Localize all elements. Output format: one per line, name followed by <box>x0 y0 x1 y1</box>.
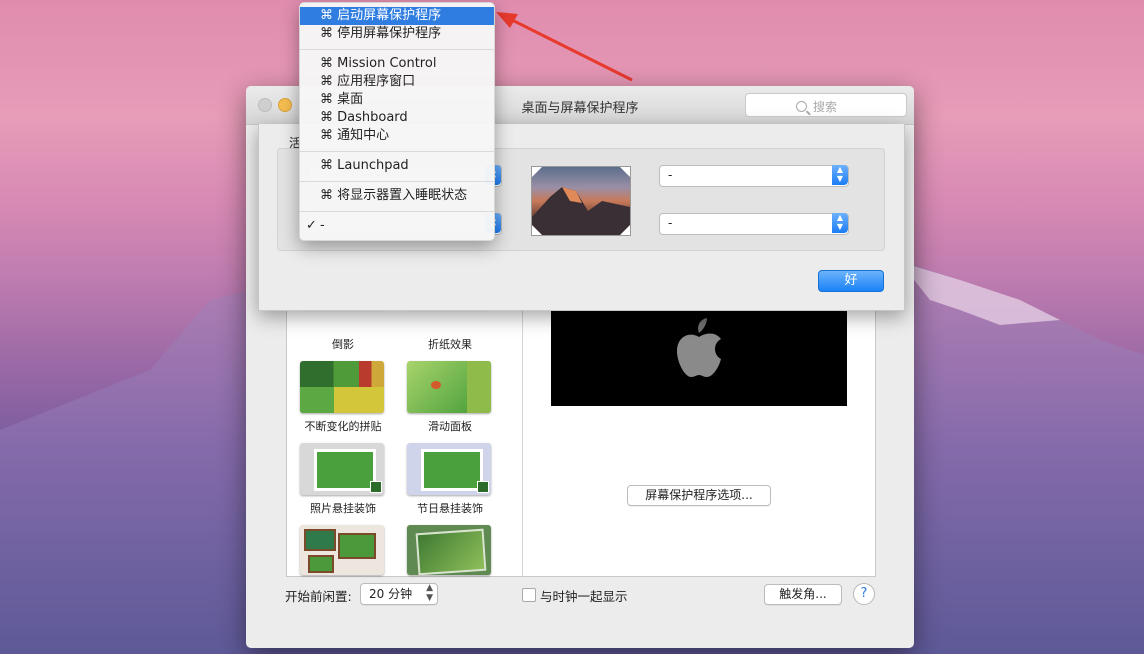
chevron-updown-icon: ▲▼ <box>832 213 848 233</box>
hot-corners-button[interactable]: 触发角... <box>764 584 842 605</box>
menu-item-none[interactable]: ✓ - <box>300 217 494 235</box>
annotation-arrow-top <box>496 12 633 82</box>
thumb-label-origami: 折纸效果 <box>428 338 472 351</box>
screensaver-options-button[interactable]: 屏幕保护程序选项... <box>627 485 771 506</box>
checkmark-icon: ✓ <box>306 218 317 233</box>
search-icon <box>796 101 807 112</box>
thumb-holiday-mobile[interactable] <box>407 443 491 495</box>
menu-separator <box>300 151 494 152</box>
search-field[interactable]: 搜索 <box>745 93 907 117</box>
thumb-photo-mobile[interactable] <box>300 443 384 495</box>
thumb-shifting-tiles[interactable] <box>300 361 384 413</box>
clock-checkbox[interactable] <box>522 588 536 602</box>
menu-item-mission-control[interactable]: ⌘ Mission Control <box>300 55 494 73</box>
menu-item-launchpad[interactable]: ⌘ Launchpad <box>300 157 494 175</box>
chevron-updown-icon: ▲▼ <box>832 165 848 185</box>
ok-button[interactable]: 好 <box>818 270 884 292</box>
menu-item-notification-center[interactable]: ⌘ 通知中心 <box>300 127 494 145</box>
menu-separator <box>300 181 494 182</box>
thumb-vintage-prints[interactable] <box>407 525 491 575</box>
el-capitan-image <box>532 167 630 235</box>
screensaver-preview <box>551 311 847 406</box>
corner-popup-bottom-right[interactable]: - ▲ ▼ <box>659 213 849 235</box>
thumb-label-holiday-mobile: 节日悬挂装饰 <box>417 502 483 515</box>
thumb-label-shifting-tiles: 不断变化的拼贴 <box>304 420 382 433</box>
desktop-preview <box>531 166 631 236</box>
thumb-label-photo-mobile: 照片悬挂装饰 <box>310 502 376 515</box>
menu-separator <box>300 211 494 212</box>
clock-label: 与时钟一起显示 <box>540 589 628 604</box>
thumb-label-reflection: 倒影 <box>332 338 354 351</box>
search-placeholder: 搜索 <box>813 100 838 114</box>
menu-item-start-screensaver[interactable]: ⌘ 启动屏幕保护程序 <box>300 7 494 25</box>
help-button[interactable]: ? <box>853 583 875 605</box>
corner-popup-top-right[interactable]: - ▲ ▼ <box>659 165 849 187</box>
menu-separator <box>300 49 494 50</box>
chevron-updown-icon: ▲▼ <box>426 583 433 603</box>
menu-item-dashboard[interactable]: ⌘ Dashboard <box>300 109 494 127</box>
corner-action-menu: ⌘ 启动屏幕保护程序 ⌘ 停用屏幕保护程序 ⌘ Mission Control … <box>299 2 495 241</box>
corner-value-top-right: - <box>668 168 673 182</box>
idle-time-select[interactable]: 20 分钟 ▲ ▼ <box>360 583 438 605</box>
apple-logo-icon <box>677 318 721 377</box>
menu-item-desktop[interactable]: ⌘ 桌面 <box>300 91 494 109</box>
thumb-label-sliding-panels: 滑动面板 <box>428 420 472 433</box>
idle-time-value: 20 分钟 <box>369 587 413 601</box>
thumb-photo-wall[interactable] <box>300 525 384 575</box>
thumb-sliding-panels[interactable] <box>407 361 491 413</box>
menu-item-display-sleep[interactable]: ⌘ 将显示器置入睡眠状态 <box>300 187 494 205</box>
idle-label: 开始前闲置: <box>285 589 352 604</box>
corner-value-bottom-right: - <box>668 216 673 230</box>
menu-item-app-windows[interactable]: ⌘ 应用程序窗口 <box>300 73 494 91</box>
menu-item-disable-screensaver[interactable]: ⌘ 停用屏幕保护程序 <box>300 25 494 43</box>
